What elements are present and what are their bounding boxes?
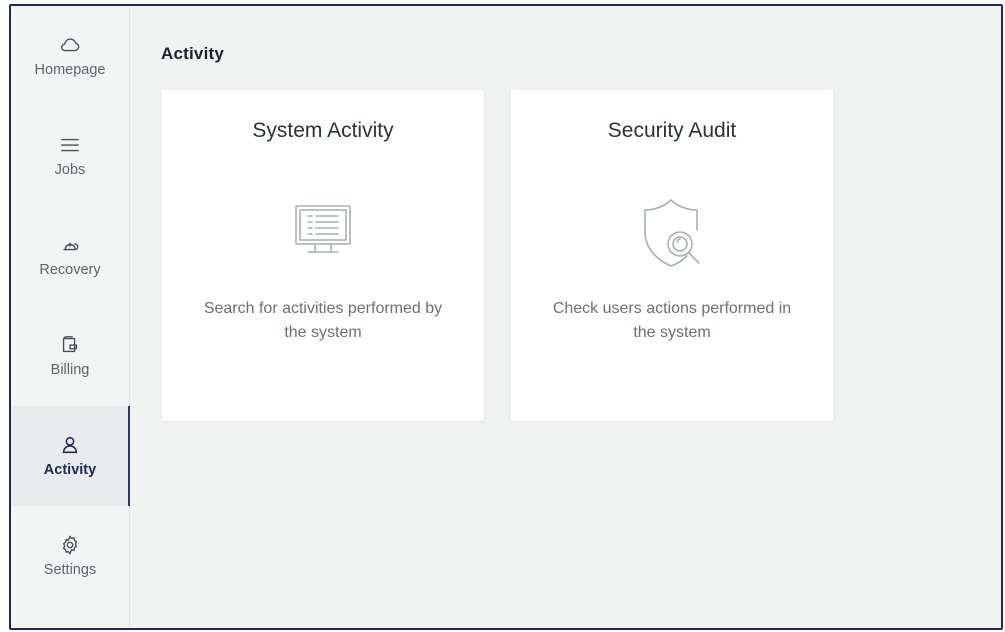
system-activity-card[interactable]: System Activity Search for activities pe…	[162, 90, 484, 421]
card-title: System Activity	[252, 119, 394, 142]
sidebar-item-label: Homepage	[34, 62, 106, 78]
sidebar: Homepage Jobs Recovery Billing Activity	[11, 6, 130, 628]
card-description: Search for activities performed by the s…	[203, 300, 443, 341]
sidebar-item-homepage[interactable]: Homepage	[11, 6, 129, 106]
gear-icon	[59, 534, 81, 556]
card-grid: System Activity Search for activities pe…	[162, 90, 833, 421]
sidebar-item-activity[interactable]: Activity	[11, 406, 130, 506]
card-title: Security Audit	[607, 119, 737, 142]
sidebar-item-billing[interactable]: Billing	[11, 306, 129, 406]
security-audit-card[interactable]: Security Audit Check users actions perfo…	[511, 90, 833, 421]
list-icon	[59, 134, 81, 156]
sidebar-item-settings[interactable]: Settings	[11, 506, 129, 606]
sidebar-item-label: Recovery	[39, 262, 101, 278]
sidebar-item-label: Settings	[43, 562, 97, 578]
sidebar-item-label: Billing	[50, 362, 90, 378]
main-content: Activity System Activity Search for acti…	[130, 6, 1001, 628]
card-description: Check users actions performed in the sys…	[552, 300, 792, 341]
user-icon	[59, 434, 81, 456]
sidebar-item-label: Activity	[43, 462, 97, 478]
app-window: Homepage Jobs Recovery Billing Activity	[9, 4, 1003, 630]
monitor-icon	[283, 193, 363, 273]
page-title: Activity	[161, 44, 225, 63]
sidebar-item-recovery[interactable]: Recovery	[11, 206, 129, 306]
recovery-icon	[59, 234, 81, 256]
billing-icon	[59, 334, 81, 356]
sidebar-item-label: Jobs	[54, 162, 86, 178]
cloud-icon	[59, 34, 81, 56]
sidebar-item-jobs[interactable]: Jobs	[11, 106, 129, 206]
shield-search-icon	[632, 193, 712, 273]
